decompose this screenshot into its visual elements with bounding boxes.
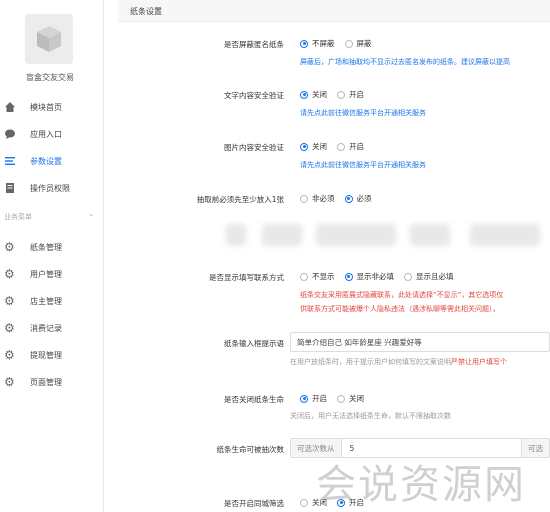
life-help: 关闭后，用户无法选择纸条生命，默认不限抽取次数 <box>290 412 451 420</box>
sidebar-item-shop-owners[interactable]: ⚙ 店主管理 <box>0 290 104 312</box>
chat-bubble-icon <box>5 129 15 139</box>
sidebar-item-label: 店主管理 <box>30 296 62 306</box>
sidebar-item-home[interactable]: 模块首页 <box>0 96 104 118</box>
must-add-option-optional[interactable]: 非必须 <box>300 193 335 204</box>
contact-option-optional[interactable]: 显示非必填 <box>344 271 394 282</box>
radio-dot <box>337 394 345 403</box>
watermark: 会说资源网 <box>316 462 526 508</box>
image-check-option-off[interactable]: 关闭 <box>300 141 327 152</box>
gear-icon: ⚙ <box>4 375 15 389</box>
sidebar-item-operators[interactable]: 操作员权限 <box>0 177 104 199</box>
image-check-option-on[interactable]: 开启 <box>337 141 364 152</box>
must-add-label: 抽取前必须先至少放入1张 <box>196 195 284 204</box>
text-check-radio-group: 关闭 开启 <box>300 89 374 100</box>
brand-name: 盲盒交友交易 <box>26 73 74 82</box>
life-count-label: 纸条生命可被抽次数 <box>216 445 285 454</box>
life-option-off[interactable]: 关闭 <box>337 393 364 404</box>
image-check-label: 图片内容安全验证 <box>224 143 284 152</box>
sidebar-item-label: 消费记录 <box>30 323 62 333</box>
text-check-option-off[interactable]: 关闭 <box>300 89 327 100</box>
redacted-block <box>262 224 302 246</box>
sidebar-item-label: 纸条管理 <box>30 242 62 252</box>
sidebar-item-label: 用户管理 <box>30 269 62 279</box>
radio-dot <box>300 39 308 48</box>
contact-option-hide[interactable]: 不显示 <box>300 271 335 282</box>
same-city-label: 是否开启同城筛选 <box>224 499 284 508</box>
radio-dot <box>300 194 308 203</box>
sidebar-item-label: 应用入口 <box>30 129 62 139</box>
text-check-option-on[interactable]: 开启 <box>337 89 364 100</box>
life-radio-group: 开启 关闭 <box>300 393 374 404</box>
sidebar: 盲盒交友交易 模块首页 应用入口 参数设置 操作员权限 业务菜单 ⌄ ⚙ 纸条管… <box>0 0 104 512</box>
radio-dot <box>300 90 308 99</box>
chevron-down-icon[interactable]: ⌄ <box>88 209 95 218</box>
brand-logo <box>25 14 73 64</box>
gear-icon: ⚙ <box>4 267 15 281</box>
radio-dot <box>300 272 308 281</box>
life-label: 是否关闭纸条生命 <box>224 395 284 404</box>
contact-option-required[interactable]: 显示且必填 <box>404 271 454 282</box>
must-add-radio-group: 非必须 必须 <box>300 193 382 204</box>
text-check-label: 文字内容安全验证 <box>224 91 284 100</box>
sidebar-item-users[interactable]: ⚙ 用户管理 <box>0 263 104 285</box>
home-icon <box>5 102 15 112</box>
sidebar-item-label: 页面管理 <box>30 377 62 387</box>
document-icon <box>6 183 14 193</box>
sidebar-item-label: 操作员权限 <box>30 183 70 193</box>
sidebar-item-label: 参数设置 <box>30 156 62 166</box>
section-header: 纸条设置 <box>118 0 550 22</box>
radio-dot <box>337 90 345 99</box>
contact-label: 是否显示填写联系方式 <box>209 273 284 282</box>
image-check-help-link[interactable]: 请先点此前往微信服务平台开通相关服务 <box>300 160 426 170</box>
life-option-on[interactable]: 开启 <box>300 393 327 404</box>
radio-dot <box>404 272 412 281</box>
gear-icon: ⚙ <box>4 321 15 335</box>
placeholder-input[interactable]: 简单介绍自己 如年龄星座 兴趣爱好等 <box>290 332 550 352</box>
redacted-block <box>226 224 246 246</box>
sidebar-item-settings[interactable]: 参数设置 <box>0 150 104 172</box>
anon-option-block[interactable]: 屏蔽 <box>344 38 372 49</box>
anon-option-unblock[interactable]: 不屏蔽 <box>300 38 335 49</box>
sidebar-item-consumption[interactable]: ⚙ 消费记录 <box>0 317 104 339</box>
radio-dot <box>344 194 353 203</box>
radio-dot <box>344 272 353 281</box>
radio-dot <box>337 142 345 151</box>
cube-icon <box>37 26 61 52</box>
contact-warning-line1: 纸条交友采用匿展式隐藏联系，此处请选择“不显示”，其它选项仅 <box>300 291 504 299</box>
radio-dot <box>300 142 308 151</box>
text-check-help-link[interactable]: 请先点此前往微信服务平台开通相关服务 <box>300 108 426 118</box>
sidebar-item-label: 提现管理 <box>30 350 62 360</box>
redacted-block <box>316 224 396 246</box>
anon-radio-group: 不屏蔽 屏蔽 <box>300 38 382 49</box>
sidebar-item-app-entry[interactable]: 应用入口 <box>0 123 104 145</box>
contact-warning-line2: 供联系方式可能被爆个人隐私违法（遇涉私聊等需此相关问题）， <box>300 305 500 313</box>
anon-label: 是否屏蔽匿名纸条 <box>224 40 284 49</box>
sidebar-group-label: 业务菜单 <box>4 213 32 221</box>
radio-dot <box>344 39 353 48</box>
gear-icon: ⚙ <box>4 240 15 254</box>
sidebar-item-pages[interactable]: ⚙ 页面管理 <box>0 371 104 393</box>
placeholder-label: 纸条输入框提示语 <box>224 339 284 348</box>
gear-icon: ⚙ <box>4 348 15 362</box>
redacted-block <box>470 224 540 246</box>
gear-icon: ⚙ <box>4 294 15 308</box>
radio-dot <box>300 498 308 507</box>
section-title: 纸条设置 <box>130 7 162 16</box>
sidebar-item-label: 模块首页 <box>30 102 62 112</box>
radio-dot <box>300 394 308 403</box>
sidebar-item-notes[interactable]: ⚙ 纸条管理 <box>0 236 104 258</box>
brand: 盲盒交友交易 <box>0 0 104 92</box>
redacted-block <box>410 224 450 246</box>
anon-help: 屏蔽后，广场和抽取均不显示过去匿名发布的纸条。建议屏蔽以提高 <box>300 58 510 66</box>
contact-radio-group: 不显示 显示非必填 显示且必填 <box>300 271 464 282</box>
image-check-radio-group: 关闭 开启 <box>300 141 374 152</box>
menu-lines-icon <box>5 157 15 165</box>
placeholder-help: 在用户放纸条时，用于提示用户如何填写的文案说明严禁让用户填写个 <box>290 358 507 366</box>
must-add-option-required[interactable]: 必须 <box>344 193 372 204</box>
sidebar-item-withdrawals[interactable]: ⚙ 提现管理 <box>0 344 104 366</box>
